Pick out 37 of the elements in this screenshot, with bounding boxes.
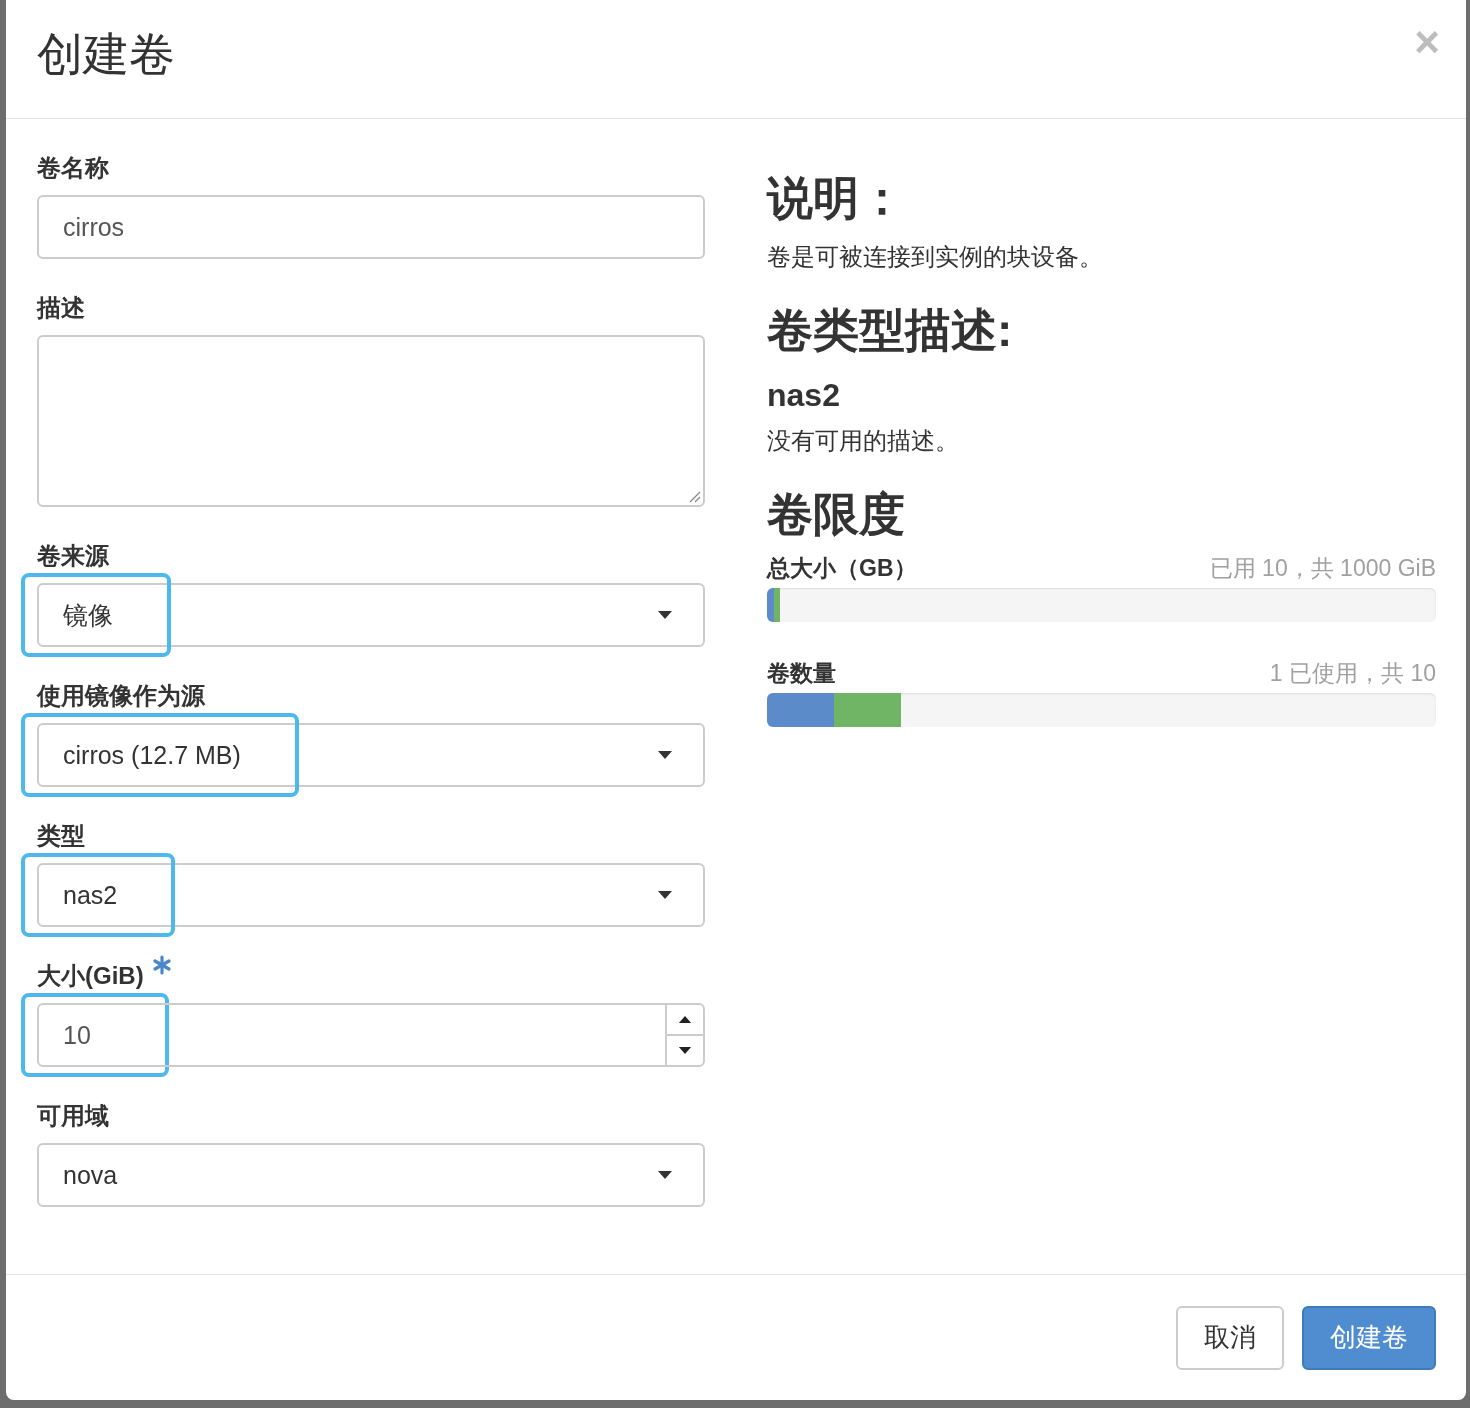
limit-label: 卷数量 xyxy=(767,659,836,688)
select-field[interactable]: nas2 xyxy=(37,863,705,927)
description-text: 卷是可被连接到实例的块设备。 xyxy=(767,242,1104,272)
section-heading: 卷类型描述: xyxy=(767,303,1014,358)
limit-label: 总大小（GB） xyxy=(767,554,917,583)
field-label: 卷来源 xyxy=(37,541,109,571)
cancel-button[interactable]: 取消 xyxy=(1176,1305,1284,1370)
field-label: 卷名称 xyxy=(37,153,109,183)
dialog-title: 创建卷 xyxy=(37,27,175,82)
caret-icon xyxy=(657,1170,673,1180)
volume-type-name: nas2 xyxy=(767,376,841,415)
field-label: 大小(GiB) xyxy=(37,961,144,991)
description-field[interactable] xyxy=(37,335,705,507)
field-label: 使用镜像作为源 xyxy=(37,681,205,711)
section-heading: 卷限度 xyxy=(767,487,906,542)
text-field[interactable]: cirros xyxy=(37,195,705,259)
resize-handle-icon[interactable] xyxy=(687,489,701,503)
input-value: cirros xyxy=(63,212,125,242)
field-label: 可用域 xyxy=(37,1101,109,1131)
section-heading: 说明： xyxy=(767,171,906,226)
caret-icon xyxy=(657,610,673,620)
field-label: 描述 xyxy=(37,293,85,323)
number-field[interactable]: 10 xyxy=(37,1003,705,1067)
select-field[interactable]: nova xyxy=(37,1143,705,1207)
caret-icon xyxy=(657,750,673,760)
field-label: 类型 xyxy=(37,821,85,851)
select-value: nova xyxy=(63,1160,118,1190)
select-value: cirros (12.7 MB) xyxy=(63,740,241,770)
limit-reading: 1 已使用，共 10 xyxy=(1269,659,1436,688)
select-value: nas2 xyxy=(63,880,118,910)
select-field[interactable]: 镜像 xyxy=(37,583,705,647)
caret-icon xyxy=(657,890,673,900)
volume-type-description: 没有可用的描述。 xyxy=(767,426,960,456)
input-value: 10 xyxy=(63,1020,91,1050)
limit-reading: 已用 10，共 1000 GiB xyxy=(1209,554,1436,583)
select-field[interactable]: cirros (12.7 MB) xyxy=(37,723,705,787)
select-value: 镜像 xyxy=(63,599,113,631)
